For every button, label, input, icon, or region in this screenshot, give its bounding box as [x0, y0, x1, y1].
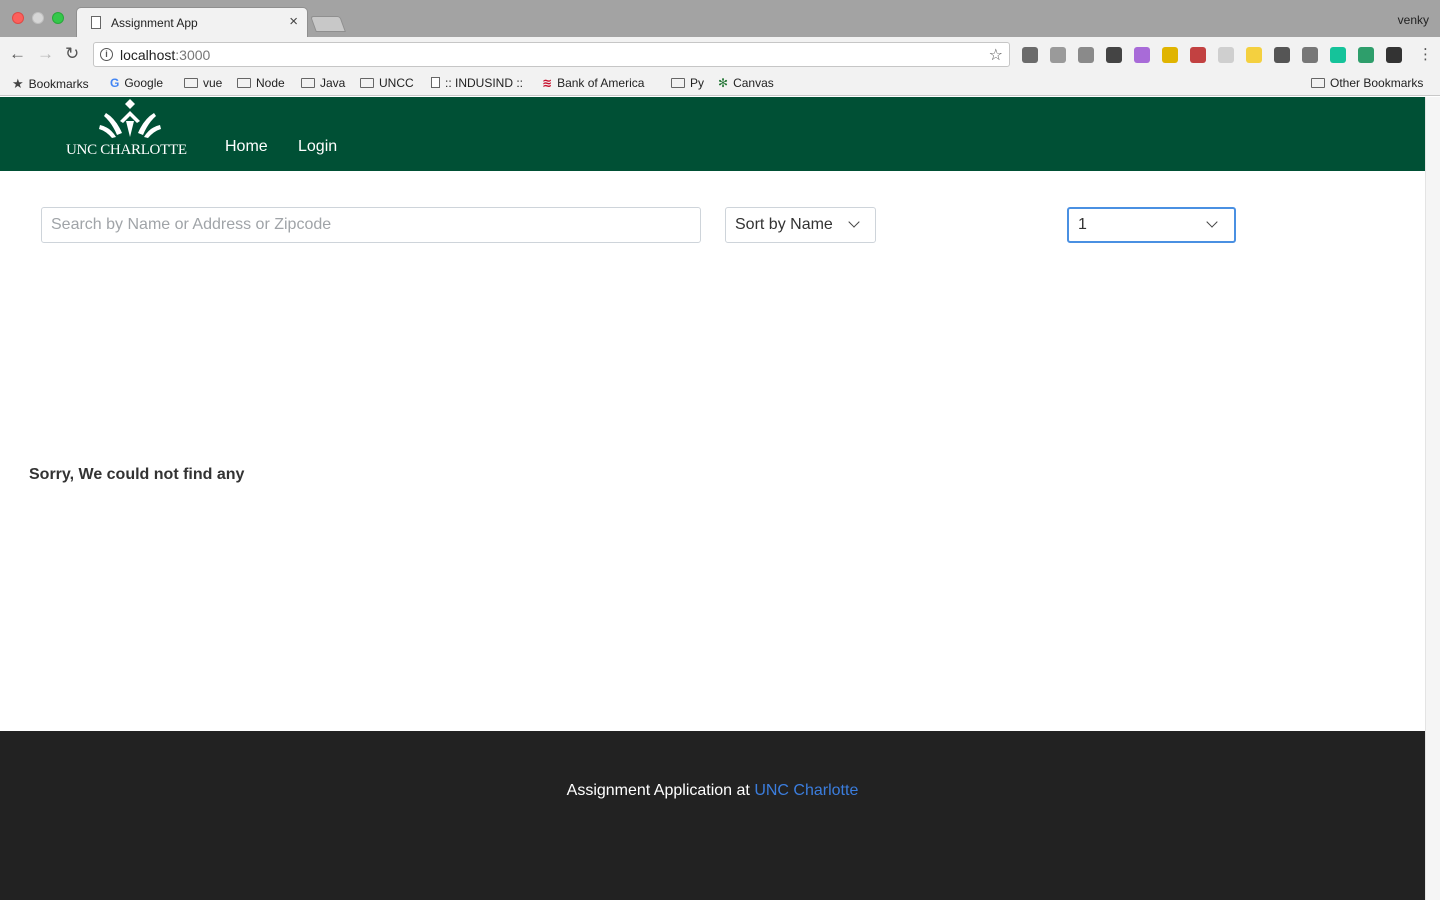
maximize-window-button[interactable] — [52, 12, 64, 24]
browser-extension-icon[interactable] — [1330, 47, 1346, 63]
document-icon — [431, 77, 440, 88]
app-navbar: UNC CHARLOTTE Home Login — [0, 97, 1425, 171]
page-scrollbar[interactable] — [1425, 97, 1440, 900]
footer-text: Assignment Application at UNC Charlotte — [0, 782, 1425, 800]
browser-menu-icon[interactable]: ⋮ — [1418, 46, 1433, 64]
browser-tab-active[interactable]: Assignment App × — [76, 7, 308, 37]
profile-name[interactable]: venky — [1398, 13, 1429, 27]
bookmark-py[interactable]: Py — [671, 76, 704, 90]
logo-text: UNC CHARLOTTE — [66, 142, 187, 158]
crown-logo-icon — [99, 99, 161, 138]
browser-extension-icon[interactable] — [1274, 47, 1290, 63]
bookmark-indusind[interactable]: :: INDUSIND :: — [431, 76, 523, 90]
folder-icon — [671, 78, 685, 88]
minimize-window-button[interactable] — [32, 12, 44, 24]
forward-arrow-icon[interactable]: → — [37, 45, 54, 63]
browser-extension-icon[interactable] — [1162, 47, 1178, 63]
browser-extension-icon[interactable] — [1134, 47, 1150, 63]
back-arrow-icon[interactable]: ← — [9, 45, 26, 63]
bookmark-bookmarks[interactable]: ★ Bookmarks — [12, 76, 89, 92]
browser-extension-icon[interactable] — [1358, 47, 1374, 63]
browser-extension-icon[interactable] — [1302, 47, 1318, 63]
empty-results-message: Sorry, We could not find any — [29, 466, 245, 483]
info-icon[interactable]: i — [100, 48, 113, 61]
canvas-icon: ✻ — [718, 76, 729, 90]
bookmark-google[interactable]: G Google — [110, 76, 163, 90]
bookmark-canvas[interactable]: ✻ Canvas — [718, 76, 774, 90]
page-select-value: 1 — [1078, 216, 1087, 233]
bookmarks-bar: ★ Bookmarks G Google vue Node Java UNCC ::… — [0, 72, 1440, 96]
google-icon: G — [110, 76, 120, 90]
browser-extension-icon[interactable] — [1106, 47, 1122, 63]
folder-icon — [301, 78, 315, 88]
search-input[interactable] — [41, 207, 701, 243]
browser-extension-icon[interactable] — [1078, 47, 1094, 63]
url-text[interactable]: localhost:3000 — [120, 47, 210, 63]
tab-close-icon[interactable]: × — [289, 13, 298, 31]
page-content: UNC CHARLOTTE Home Login Sort by Name 1 … — [0, 97, 1425, 900]
tab-title: Assignment App — [111, 16, 198, 30]
footer-unc-charlotte-link[interactable]: UNC Charlotte — [754, 782, 858, 799]
chevron-down-icon — [1206, 216, 1218, 228]
browser-toolbar: ← → ↻ i localhost:3000 ☆ ⋮ — [0, 37, 1440, 72]
browser-extension-icon[interactable] — [1218, 47, 1234, 63]
browser-extension-icon[interactable] — [1022, 47, 1038, 63]
bookmark-other[interactable]: Other Bookmarks — [1311, 76, 1423, 90]
close-window-button[interactable] — [12, 12, 24, 24]
document-icon — [91, 16, 101, 29]
folder-icon — [1311, 78, 1325, 88]
star-icon: ★ — [12, 76, 24, 91]
bookmark-bank-of-america[interactable]: ≋ Bank of America — [542, 76, 644, 90]
browser-tabstrip: Assignment App × venky — [0, 0, 1440, 37]
nav-home-link[interactable]: Home — [225, 138, 268, 156]
bookmark-star-icon[interactable]: ☆ — [989, 45, 1003, 65]
unc-charlotte-logo[interactable]: UNC CHARLOTTE — [66, 99, 198, 159]
reload-icon[interactable]: ↻ — [65, 45, 79, 63]
folder-icon — [360, 78, 374, 88]
footer-label: Assignment Application at — [566, 782, 750, 799]
folder-icon — [237, 78, 251, 88]
folder-icon — [184, 78, 198, 88]
bookmark-node[interactable]: Node — [237, 76, 285, 90]
new-tab-button[interactable] — [310, 16, 346, 32]
bookmark-java[interactable]: Java — [301, 76, 345, 90]
browser-extension-icon[interactable] — [1050, 47, 1066, 63]
bank-of-america-icon: ≋ — [542, 76, 553, 90]
page-select[interactable]: 1 — [1067, 207, 1236, 243]
browser-extension-icon[interactable] — [1246, 47, 1262, 63]
app-footer: Assignment Application at UNC Charlotte — [0, 731, 1425, 900]
sort-select-value: Sort by Name — [735, 216, 833, 233]
chevron-down-icon — [848, 216, 860, 228]
sort-select[interactable]: Sort by Name — [725, 207, 876, 243]
address-bar[interactable]: i localhost:3000 ☆ — [93, 42, 1010, 67]
browser-extension-icon[interactable] — [1190, 47, 1206, 63]
nav-login-link[interactable]: Login — [298, 138, 337, 156]
browser-extension-icon[interactable] — [1386, 47, 1402, 63]
bookmark-uncc[interactable]: UNCC — [360, 76, 414, 90]
bookmark-vue[interactable]: vue — [184, 76, 222, 90]
